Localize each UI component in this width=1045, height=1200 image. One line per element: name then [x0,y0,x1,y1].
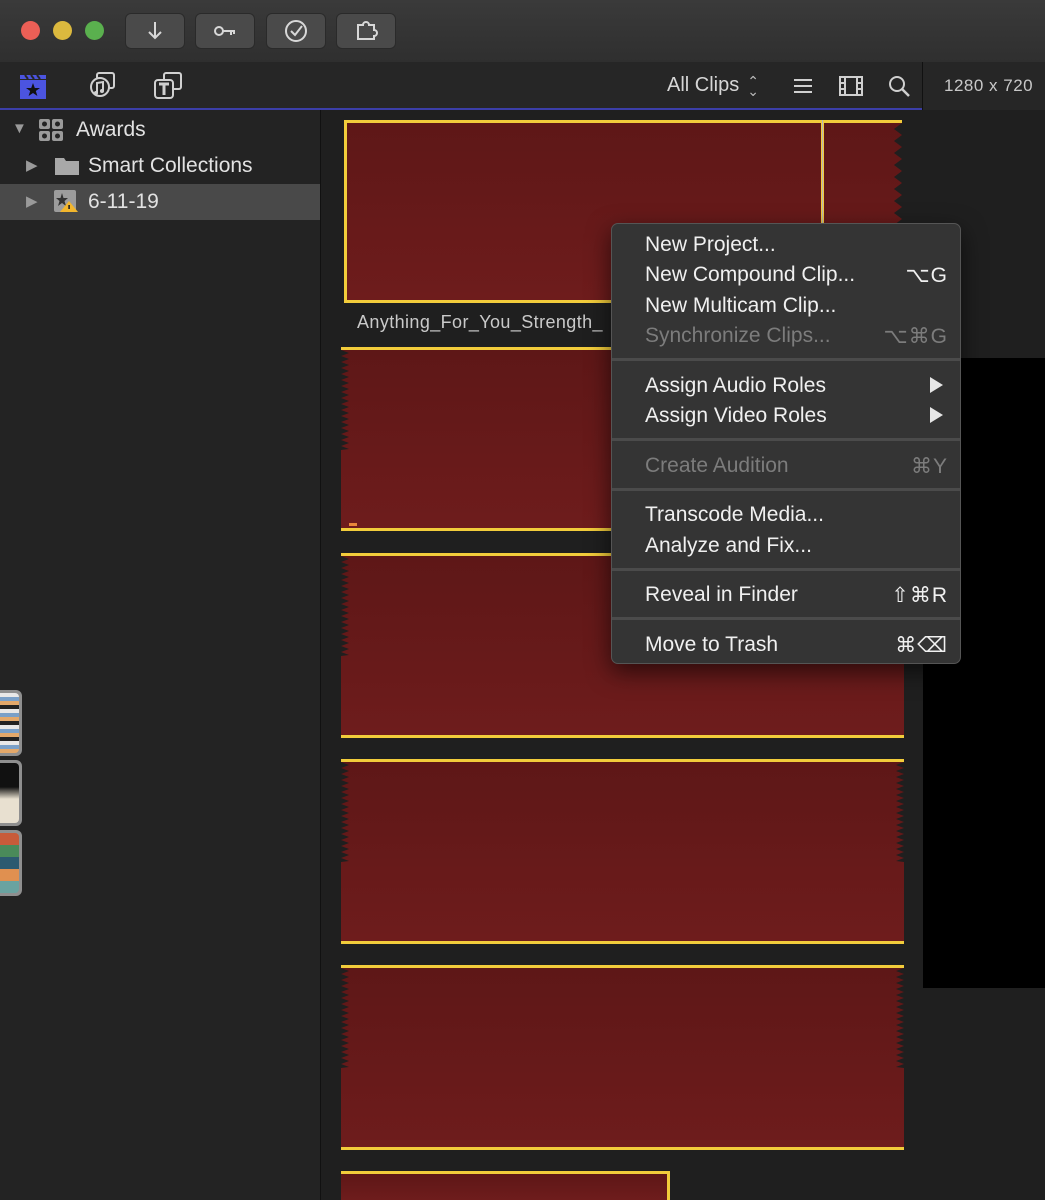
filmstrip-view-icon[interactable] [834,70,868,102]
resolution-label: 1280 x 720 [944,76,1034,95]
clip-name-label: Anything_For_You_Strength_ [357,312,603,332]
menu-item-label: New Project... [645,233,776,256]
swatch-tab-2[interactable] [0,760,22,826]
sidebar-item-label: Awards [76,118,146,141]
menu-item-assign-video-roles[interactable]: Assign Video Roles [612,400,960,430]
import-button[interactable] [125,13,185,49]
event-warning-icon [54,190,78,212]
folder-icon [55,158,79,175]
menu-item-new-project[interactable]: New Project... [612,229,960,259]
title-bar [0,0,1045,63]
toolbar-divider [922,62,923,110]
sidebar-item-label: 6-11-19 [88,190,159,213]
menu-item-shortcut: ⌥G [905,264,948,287]
background-tasks-button[interactable] [266,13,326,49]
menu-separator [612,488,960,491]
sidebar-item-awards[interactable]: ▼ Awards [0,112,320,148]
clip-thumbnail-6[interactable] [341,1171,670,1200]
close-window-button[interactable] [21,21,40,40]
menu-item-label: Create Audition [645,454,789,477]
jagged-edge-icon [341,762,349,862]
submenu-arrow-icon [930,377,943,393]
disclosure-open-icon[interactable]: ▼ [12,120,27,137]
menu-separator [612,617,960,620]
menu-separator [612,358,960,361]
jagged-edge-icon [341,968,349,1068]
menu-item-create-audition: Create Audition ⌘Y [612,450,960,480]
context-menu: New Project... New Compound Clip... ⌥G N… [611,223,961,664]
marker [349,523,357,526]
libraries-icon[interactable] [16,70,50,102]
menu-item-shortcut: ⌘⌫ [895,634,948,657]
sidebar-item-label: Smart Collections [88,154,253,177]
menu-item-new-compound-clip[interactable]: New Compound Clip... ⌥G [612,259,960,289]
key-icon [214,26,235,36]
jagged-edge-icon [341,350,349,450]
share-button[interactable] [336,13,396,49]
chevron-updown-icon: ⌃ ⌄ [747,72,759,99]
browser-toolbar: All Clips ⌃ ⌄ 1280 x 720 [0,62,1045,110]
menu-separator [612,438,960,441]
checkmark-circle-icon [285,20,307,42]
menu-item-analyze-and-fix[interactable]: Analyze and Fix... [612,530,960,560]
clip-filter-popup[interactable]: All Clips ⌃ ⌄ [667,72,759,99]
fcp-window: All Clips ⌃ ⌄ 1280 x 720 ▼ Awards ▶ Smar… [0,0,1045,1200]
menu-item-label: Synchronize Clips... [645,324,831,347]
menu-item-shortcut: ⌘Y [910,455,948,478]
menu-item-label: Move to Trash [645,633,779,656]
titles-generators-icon[interactable] [151,70,185,102]
menu-item-label: New Compound Clip... [645,263,856,286]
library-icon [39,119,63,141]
search-icon[interactable] [882,70,916,102]
menu-item-label: Assign Audio Roles [645,374,826,397]
menu-separator [612,568,960,571]
submenu-arrow-icon [930,407,943,423]
menu-item-label: New Multicam Clip... [645,294,837,317]
menu-item-label: Transcode Media... [645,503,824,526]
menu-item-move-to-trash[interactable]: Move to Trash ⌘⌫ [612,629,960,659]
menu-item-new-multicam-clip[interactable]: New Multicam Clip... [612,290,960,320]
menu-item-label: Reveal in Finder [645,583,798,606]
menu-item-reveal-in-finder[interactable]: Reveal in Finder ⇧⌘R [612,579,960,609]
menu-item-assign-audio-roles[interactable]: Assign Audio Roles [612,370,960,400]
menu-item-label: Assign Video Roles [645,404,827,427]
disclosure-closed-icon[interactable]: ▶ [26,156,38,174]
jagged-edge-icon [896,762,904,862]
menu-item-synchronize-clips: Synchronize Clips... ⌥⌘G [612,320,960,350]
menu-item-shortcut: ⌥⌘G [883,325,948,348]
sidebar-item-smart-collections[interactable]: ▶ Smart Collections [0,148,320,184]
disclosure-closed-icon[interactable]: ▶ [26,192,38,210]
menu-item-shortcut: ⇧⌘R [891,584,948,607]
jagged-edge-icon [896,968,904,1068]
clip-thumbnail-5[interactable] [341,965,904,1150]
jagged-edge-icon [341,556,349,656]
photos-audio-icon[interactable] [84,70,118,102]
minimize-window-button[interactable] [53,21,72,40]
zoom-window-button[interactable] [85,21,104,40]
menu-item-label: Analyze and Fix... [645,534,812,557]
menu-item-transcode-media[interactable]: Transcode Media... [612,499,960,529]
sidebar-item-event-6-11-19[interactable]: ▶ 6-11-19 [0,184,320,220]
list-view-icon[interactable] [786,70,820,102]
keywords-button[interactable] [195,13,255,49]
down-arrow-icon [148,22,162,40]
puzzle-icon [357,21,378,40]
swatch-tab-1[interactable] [0,690,22,756]
swatch-tab-3[interactable] [0,830,22,896]
clip-filter-label: All Clips [667,74,740,96]
libraries-sidebar: ▼ Awards ▶ Smart Collections ▶ 6-11-19 [0,110,321,1200]
clip-thumbnail-4[interactable] [341,759,904,944]
